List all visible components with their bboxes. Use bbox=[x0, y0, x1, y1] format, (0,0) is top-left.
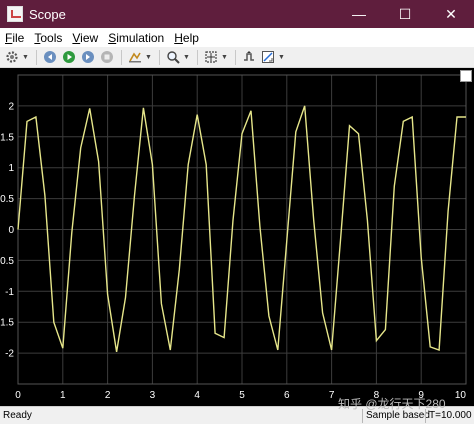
status-bar: Ready 知乎 @龙行天下280 Sample based T=10.000 bbox=[0, 397, 474, 424]
x-tick-label: 1 bbox=[60, 390, 66, 401]
window-title: Scope bbox=[29, 6, 66, 22]
status-text: Ready bbox=[3, 410, 32, 421]
menu-file-label: ile bbox=[12, 30, 25, 45]
simulation-time-status: T=10.000 bbox=[425, 409, 472, 423]
zoom-dropdown-icon[interactable]: ▼ bbox=[183, 54, 190, 61]
autoscale-dropdown-icon[interactable]: ▼ bbox=[221, 54, 228, 61]
close-button[interactable]: ✕ bbox=[428, 0, 474, 28]
x-tick-label: 5 bbox=[239, 390, 245, 401]
step-forward-icon[interactable] bbox=[79, 49, 96, 66]
menu-simulation-mnemonic: S bbox=[108, 30, 117, 45]
y-tick-label: -1 bbox=[5, 287, 14, 298]
plot-grid bbox=[17, 74, 467, 385]
x-tick-label: 7 bbox=[329, 390, 335, 401]
scope-plot-area[interactable]: 21.510.50-0.5-1-1.5-2 012345678910 bbox=[0, 68, 474, 406]
toolbar-separator bbox=[121, 49, 122, 65]
menu-view-label: iew bbox=[80, 30, 99, 45]
toolbar-separator bbox=[159, 49, 160, 65]
minimize-button[interactable]: — bbox=[336, 0, 382, 28]
y-tick-labels: 2 1.5 1 0.5 0 -0.5 -1 -1.5 -2 bbox=[0, 101, 14, 359]
x-tick-label: 6 bbox=[284, 390, 290, 401]
menu-help-mnemonic: H bbox=[174, 30, 183, 45]
menu-simulation[interactable]: Simulation bbox=[103, 31, 169, 45]
y-tick-label: 1.5 bbox=[0, 132, 14, 143]
toolbar-separator bbox=[36, 49, 37, 65]
triggers-icon[interactable] bbox=[240, 49, 257, 66]
highlight-dropdown-icon[interactable]: ▼ bbox=[145, 54, 152, 61]
autoscale-icon[interactable] bbox=[202, 49, 219, 66]
toolbar-separator bbox=[235, 49, 236, 65]
x-tick-label: 2 bbox=[105, 390, 111, 401]
x-tick-label: 0 bbox=[15, 390, 21, 401]
y-tick-label: 1 bbox=[8, 163, 14, 174]
x-tick-label: 3 bbox=[150, 390, 156, 401]
menu-help-label: elp bbox=[182, 30, 199, 45]
toolbar-separator bbox=[197, 49, 198, 65]
cursor-measurements-icon[interactable] bbox=[259, 49, 276, 66]
scope-display: 21.510.50-0.5-1-1.5-2 012345678910 bbox=[0, 74, 467, 401]
toolbar: ▼ ▼ ▼ ▼ ▼ bbox=[0, 47, 474, 68]
y-tick-label: -0.5 bbox=[0, 256, 14, 267]
menu-view-mnemonic: V bbox=[72, 30, 81, 45]
menu-simulation-label: imulation bbox=[116, 30, 165, 45]
y-tick-label: 2 bbox=[8, 101, 14, 112]
settings-dropdown-icon[interactable]: ▼ bbox=[22, 54, 29, 61]
x-tick-label: 4 bbox=[194, 390, 200, 401]
sample-mode-status: Sample based bbox=[362, 409, 430, 423]
title-bar: Scope — ☐ ✕ bbox=[0, 0, 474, 28]
menu-help[interactable]: Help bbox=[169, 31, 204, 45]
maximize-button[interactable]: ☐ bbox=[382, 0, 428, 28]
stop-icon[interactable] bbox=[98, 49, 115, 66]
measurements-dropdown-icon[interactable]: ▼ bbox=[278, 54, 285, 61]
menu-file[interactable]: File bbox=[0, 31, 29, 45]
scope-app-icon bbox=[7, 6, 23, 22]
zoom-icon[interactable] bbox=[164, 49, 181, 66]
undock-icon[interactable] bbox=[460, 70, 472, 82]
run-icon[interactable] bbox=[60, 49, 77, 66]
menu-view[interactable]: View bbox=[67, 31, 103, 45]
y-tick-label: -2 bbox=[5, 349, 14, 360]
highlight-icon[interactable] bbox=[126, 49, 143, 66]
y-tick-label: -1.5 bbox=[0, 318, 14, 329]
menu-tools[interactable]: Tools bbox=[29, 31, 67, 45]
y-tick-label: 0 bbox=[8, 225, 14, 236]
step-back-icon[interactable] bbox=[41, 49, 58, 66]
menu-tools-label: ools bbox=[40, 30, 63, 45]
y-tick-label: 0.5 bbox=[0, 194, 14, 205]
settings-icon[interactable] bbox=[3, 49, 20, 66]
x-tick-label: 10 bbox=[455, 390, 467, 401]
menu-bar: File Tools View Simulation Help bbox=[0, 28, 474, 47]
